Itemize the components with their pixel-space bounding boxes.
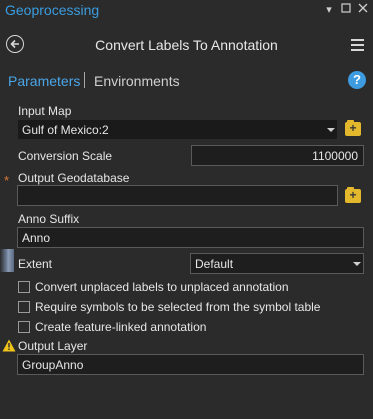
help-icon[interactable]: ? [348, 71, 366, 89]
input-map-value: Gulf of Mexico:2 [22, 123, 109, 137]
tool-header: Convert Labels To Annotation [0, 26, 373, 66]
extent-label: Extent [18, 257, 53, 271]
output-geodatabase-input[interactable] [17, 185, 338, 206]
input-map-label: Input Map [18, 104, 72, 118]
convert-unplaced-label: Convert unplaced labels to unplaced anno… [35, 280, 289, 294]
output-geodatabase-label: Output Geodatabase [18, 171, 130, 185]
close-icon[interactable] [356, 3, 370, 17]
output-layer-label: Output Layer [18, 339, 88, 353]
conversion-scale-input[interactable]: 1100000 [191, 145, 364, 166]
add-map-icon[interactable]: + [345, 120, 361, 136]
anno-suffix-label: Anno Suffix [18, 212, 80, 226]
feature-linked-label: Create feature-linked annotation [35, 320, 207, 334]
extent-value: Default [195, 257, 234, 271]
require-symbols-label: Require symbols to be selected from the … [35, 300, 321, 314]
tab-environments[interactable]: Environments [94, 73, 180, 89]
tool-title: Convert Labels To Annotation [95, 37, 278, 53]
require-symbols-checkbox[interactable] [18, 301, 30, 313]
tab-bar: Parameters Environments ? [0, 68, 373, 94]
feature-linked-checkbox[interactable] [18, 321, 30, 333]
pin-dropdown-icon[interactable]: ▾ [322, 3, 336, 17]
browse-folder-icon[interactable]: + [345, 187, 361, 203]
extent-select[interactable]: Default [190, 253, 364, 274]
extent-expander[interactable] [0, 249, 14, 272]
convert-unplaced-checkbox[interactable] [18, 281, 30, 293]
chevron-down-icon [353, 262, 361, 266]
chevron-down-icon [327, 128, 335, 132]
output-layer-input[interactable]: GroupAnno [17, 354, 364, 375]
tab-divider [84, 72, 85, 88]
input-map-select[interactable]: Gulf of Mexico:2 [17, 119, 338, 140]
pane-title: Geoprocessing [5, 2, 100, 18]
conversion-scale-label: Conversion Scale [18, 149, 113, 163]
tab-parameters[interactable]: Parameters [8, 73, 80, 89]
pane-titlebar: Geoprocessing ▾ [0, 0, 373, 22]
required-indicator: * [4, 173, 10, 188]
warning-icon [2, 339, 16, 352]
restore-icon[interactable] [339, 3, 353, 17]
anno-suffix-input[interactable]: Anno [17, 227, 364, 248]
menu-icon[interactable] [351, 39, 364, 51]
